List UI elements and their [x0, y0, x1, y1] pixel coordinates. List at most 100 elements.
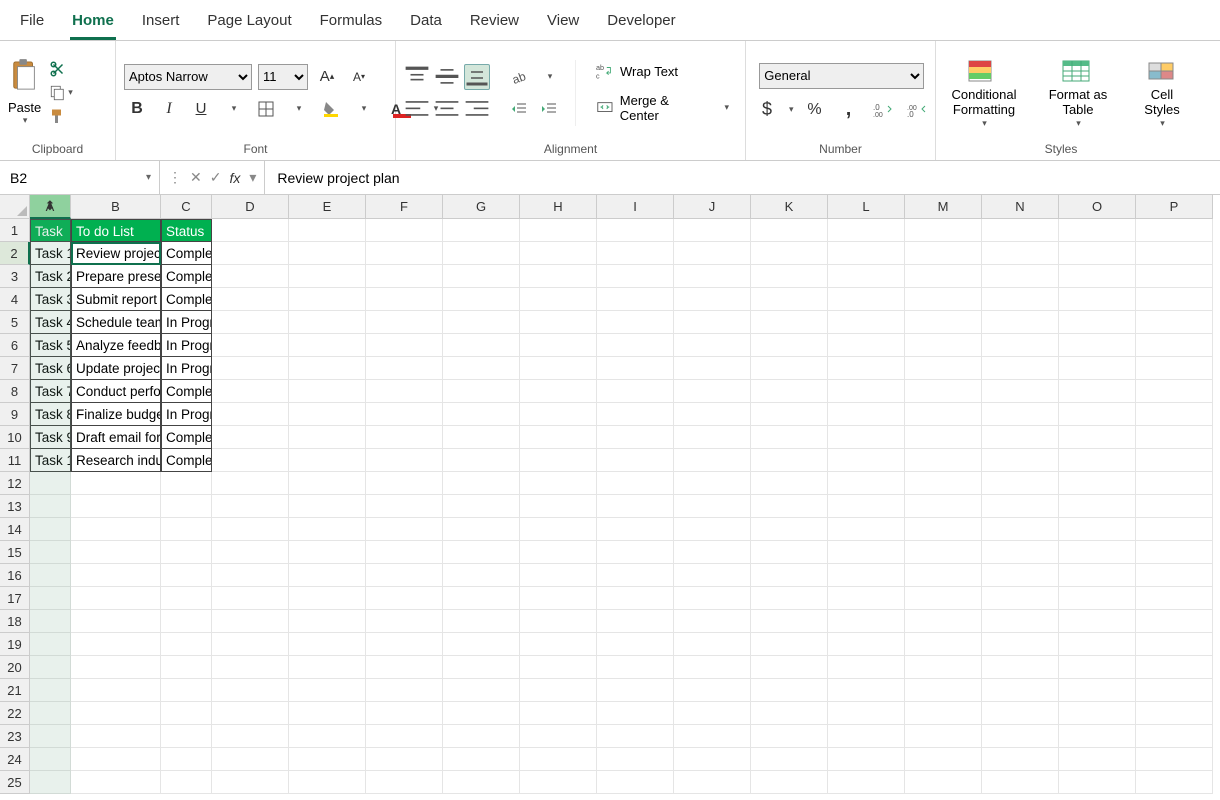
cell[interactable]	[674, 357, 751, 380]
cell[interactable]	[1059, 219, 1136, 242]
row-header[interactable]: 24	[0, 748, 30, 771]
cell[interactable]	[1136, 426, 1213, 449]
fill-color-button[interactable]	[318, 96, 344, 122]
cell[interactable]: Completed	[161, 449, 212, 472]
cell[interactable]	[597, 334, 674, 357]
cell[interactable]	[161, 771, 212, 794]
cell[interactable]	[905, 633, 982, 656]
cell[interactable]	[30, 541, 71, 564]
cell[interactable]	[982, 219, 1059, 242]
cell[interactable]: Task 7	[30, 380, 71, 403]
cell[interactable]	[161, 610, 212, 633]
cell[interactable]	[1059, 725, 1136, 748]
cell[interactable]	[751, 748, 828, 771]
cell[interactable]	[520, 242, 597, 265]
cell[interactable]: Completed	[161, 265, 212, 288]
cell[interactable]	[751, 541, 828, 564]
cell[interactable]	[982, 587, 1059, 610]
cell[interactable]	[212, 610, 289, 633]
cell[interactable]	[366, 449, 443, 472]
row-header[interactable]: 23	[0, 725, 30, 748]
row-header[interactable]: 16	[0, 564, 30, 587]
row-header[interactable]: 25	[0, 771, 30, 794]
cell[interactable]: Update project timeline	[71, 357, 161, 380]
cell[interactable]	[674, 242, 751, 265]
cell[interactable]: Task 3	[30, 288, 71, 311]
orientation-menu[interactable]: ▾	[537, 64, 563, 90]
cell[interactable]	[905, 541, 982, 564]
cell[interactable]	[905, 219, 982, 242]
cell[interactable]	[443, 587, 520, 610]
column-header-D[interactable]: D	[212, 195, 289, 219]
cell[interactable]	[520, 587, 597, 610]
cell[interactable]	[289, 541, 366, 564]
cell[interactable]	[520, 288, 597, 311]
tab-file[interactable]: File	[18, 6, 46, 40]
cell[interactable]	[905, 656, 982, 679]
decrease-indent-button[interactable]	[506, 96, 532, 122]
cell[interactable]	[751, 380, 828, 403]
cell[interactable]	[289, 426, 366, 449]
cell[interactable]	[674, 725, 751, 748]
cell[interactable]	[597, 449, 674, 472]
column-header-M[interactable]: M	[905, 195, 982, 219]
cell[interactable]	[161, 679, 212, 702]
cell[interactable]	[1059, 495, 1136, 518]
cell[interactable]	[751, 518, 828, 541]
cell[interactable]	[520, 357, 597, 380]
cell[interactable]	[597, 357, 674, 380]
cell[interactable]	[905, 426, 982, 449]
decrease-decimal-button[interactable]: .00.0	[904, 97, 930, 123]
cell[interactable]	[366, 357, 443, 380]
increase-decimal-button[interactable]: .0.00	[870, 97, 896, 123]
font-size-select[interactable]: 11	[258, 64, 308, 90]
cell[interactable]	[828, 380, 905, 403]
increase-indent-button[interactable]	[536, 96, 562, 122]
cell[interactable]	[161, 587, 212, 610]
cell[interactable]	[161, 725, 212, 748]
cell[interactable]	[443, 334, 520, 357]
cell[interactable]: Task 8	[30, 403, 71, 426]
cell[interactable]	[1059, 748, 1136, 771]
cell[interactable]	[212, 518, 289, 541]
cell[interactable]	[289, 357, 366, 380]
cell[interactable]	[982, 656, 1059, 679]
cell[interactable]	[751, 265, 828, 288]
cell[interactable]	[212, 311, 289, 334]
cell[interactable]: In Progress	[161, 311, 212, 334]
cell[interactable]: Conduct performance review	[71, 380, 161, 403]
cell[interactable]: Finalize budget	[71, 403, 161, 426]
cell[interactable]	[443, 518, 520, 541]
cell[interactable]	[751, 495, 828, 518]
cell[interactable]	[1059, 403, 1136, 426]
cell[interactable]	[905, 748, 982, 771]
cell[interactable]	[674, 265, 751, 288]
cell[interactable]: Submit report	[71, 288, 161, 311]
cell[interactable]	[443, 472, 520, 495]
cell[interactable]	[1136, 495, 1213, 518]
cell[interactable]: Task 2	[30, 265, 71, 288]
cell[interactable]	[366, 725, 443, 748]
column-header-F[interactable]: F	[366, 195, 443, 219]
cell[interactable]	[443, 242, 520, 265]
cell[interactable]	[982, 564, 1059, 587]
cell[interactable]	[982, 725, 1059, 748]
cell[interactable]	[828, 541, 905, 564]
column-header-J[interactable]: J	[674, 195, 751, 219]
orientation-button[interactable]: ab	[506, 64, 532, 90]
cell[interactable]	[1136, 702, 1213, 725]
cell[interactable]	[828, 656, 905, 679]
cell[interactable]	[289, 403, 366, 426]
cell[interactable]	[828, 518, 905, 541]
number-format-select[interactable]: General	[759, 63, 924, 89]
column-header-N[interactable]: N	[982, 195, 1059, 219]
cell[interactable]	[212, 403, 289, 426]
cell[interactable]	[289, 702, 366, 725]
cell[interactable]	[212, 771, 289, 794]
cell[interactable]	[366, 426, 443, 449]
cell[interactable]: Completed	[161, 426, 212, 449]
fx-icon[interactable]: fx	[229, 170, 240, 186]
tab-developer[interactable]: Developer	[605, 6, 677, 40]
column-header-L[interactable]: L	[828, 195, 905, 219]
cell[interactable]: Task 4	[30, 311, 71, 334]
